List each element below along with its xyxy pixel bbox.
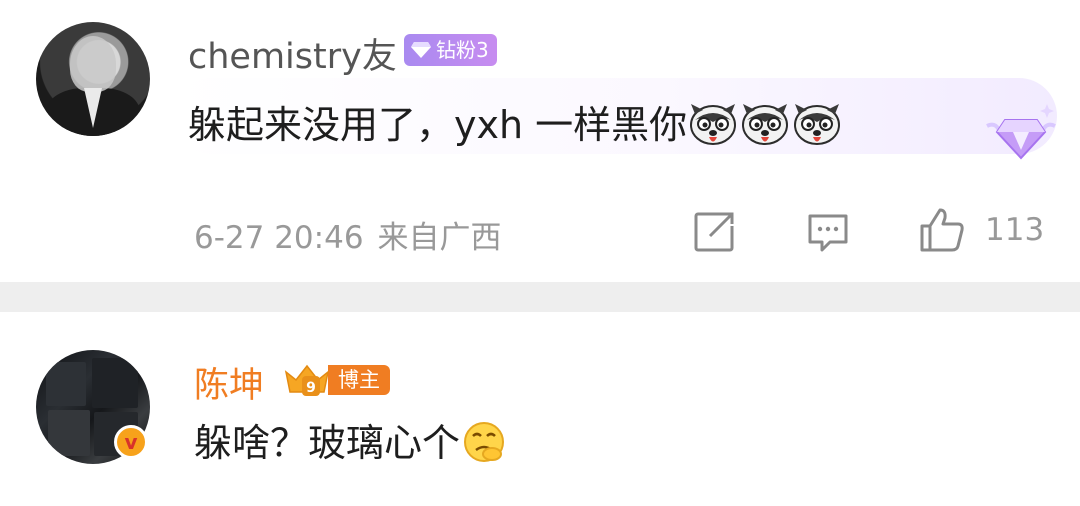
- comment-meta: 6-27 20:46 来自广西: [194, 212, 502, 257]
- repost-icon[interactable]: [692, 210, 736, 254]
- author-badge-label: 博主: [328, 365, 390, 395]
- like-icon[interactable]: [918, 206, 966, 254]
- diamond-decoration-icon: [986, 104, 1056, 160]
- comment-text-content: 躲起来没用了，yxh 一样黑你: [188, 103, 688, 147]
- username[interactable]: 陈坤: [194, 357, 264, 408]
- username[interactable]: chemistry友: [188, 28, 397, 79]
- diamond-icon: [411, 42, 431, 58]
- avatar-face-shape: [70, 36, 116, 92]
- comment-text-content: 躲啥？玻璃心个: [194, 421, 461, 465]
- comment-icon[interactable]: [806, 210, 850, 254]
- fan-level-badge[interactable]: 钻粉3: [404, 34, 497, 66]
- comment-item: v 陈坤 9 博主 躲啥？玻璃心个: [0, 312, 1080, 506]
- fan-level-label: 钻粉3: [436, 38, 489, 62]
- husky-emoji-icon: [742, 104, 789, 145]
- location: 来自广西: [377, 220, 502, 256]
- avatar-photo-panel: [48, 410, 90, 456]
- comment-text: 躲起来没用了，yxh 一样黑你: [188, 94, 843, 149]
- smirk-emoji-icon: [464, 422, 505, 462]
- husky-emoji-icon: [690, 104, 737, 145]
- avatar-photo-panel: [46, 362, 86, 406]
- avatar[interactable]: [36, 22, 150, 136]
- author-badge[interactable]: 9 博主: [282, 362, 390, 398]
- verified-badge-icon: v: [114, 425, 148, 459]
- comment-separator: [0, 282, 1080, 312]
- timestamp: 6-27 20:46: [194, 220, 364, 256]
- comment-item: chemistry友 钻粉3 躲起来没用了，yxh 一样黑你 6-27 20:4…: [0, 0, 1080, 282]
- crown-icon: 9: [284, 364, 330, 396]
- avatar-photo-panel: [92, 358, 138, 408]
- comment-text: 躲啥？玻璃心个: [194, 412, 506, 467]
- husky-emoji-icon: [794, 104, 841, 145]
- like-count: 113: [985, 212, 1045, 248]
- svg-text:9: 9: [306, 380, 316, 396]
